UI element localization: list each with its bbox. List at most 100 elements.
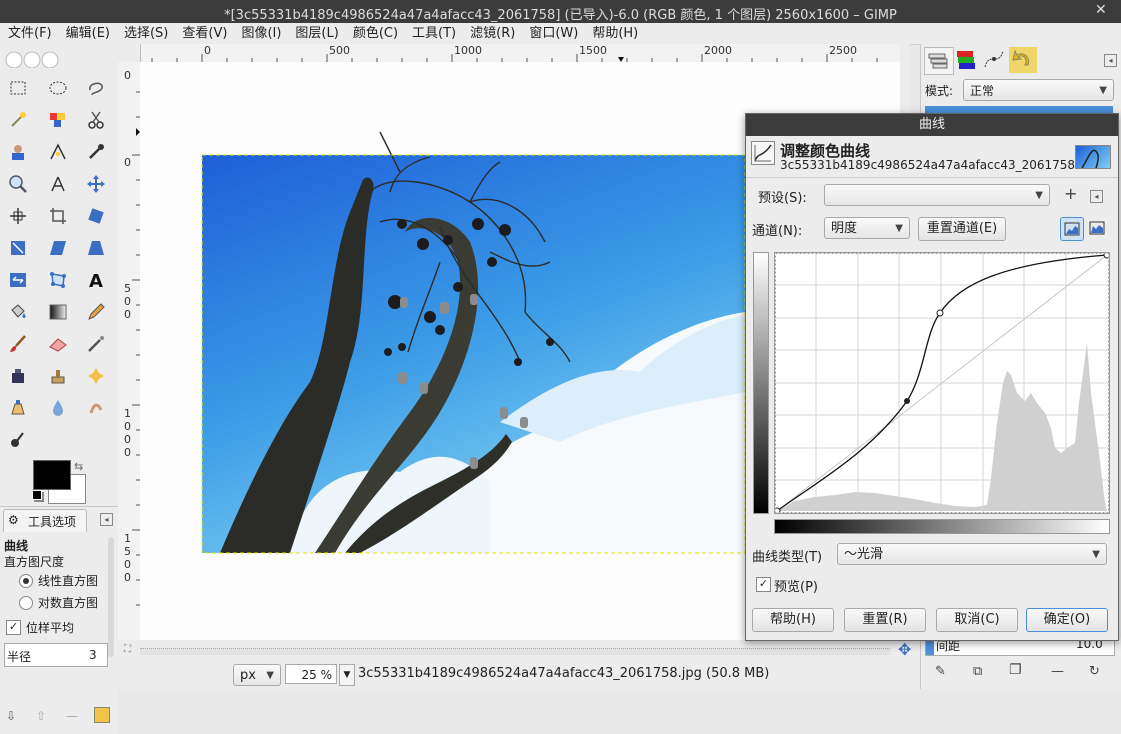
align-icon[interactable]: [6, 204, 30, 228]
tab-layers-icon[interactable]: [924, 47, 954, 75]
tool-options-scrollbar[interactable]: [108, 537, 114, 657]
refresh-brushes-icon[interactable]: ↻: [1089, 664, 1100, 679]
cancel-button[interactable]: 取消(C): [936, 608, 1018, 632]
measure-icon[interactable]: [46, 172, 70, 196]
menu-view[interactable]: 查看(V): [174, 23, 233, 42]
pencil-icon[interactable]: [84, 300, 108, 324]
menu-layer[interactable]: 图层(L): [287, 23, 344, 42]
zoom-icon[interactable]: [6, 172, 30, 196]
menu-image[interactable]: 图像(I): [233, 23, 287, 42]
smudge-icon[interactable]: [84, 396, 108, 420]
curves-dialog: 曲线 调整颜色曲线 3c55331b4189c4986524a47a4afacc…: [745, 113, 1119, 641]
ellipse-select-icon[interactable]: [46, 76, 70, 100]
linear-histogram-radio[interactable]: [19, 574, 33, 588]
panel-menu-icon[interactable]: ◂: [100, 513, 113, 526]
scissors-icon[interactable]: [84, 108, 108, 132]
perspective-clone-icon[interactable]: [6, 396, 30, 420]
flip-icon[interactable]: [6, 268, 30, 292]
mode-select[interactable]: 正常 ▼: [963, 79, 1114, 101]
help-button[interactable]: 帮助(H): [752, 608, 834, 632]
eraser-icon[interactable]: [46, 332, 70, 356]
color-picker-icon[interactable]: [84, 140, 108, 164]
swap-colors-icon[interactable]: ⇆: [74, 460, 83, 473]
heal-icon[interactable]: [84, 364, 108, 388]
new-brush-icon[interactable]: ⧉: [973, 664, 982, 679]
vertical-ruler[interactable]: 0 0 500 1000 1500: [118, 62, 141, 640]
close-window-icon[interactable]: ✕: [1095, 2, 1111, 18]
chevron-down-icon: ▼: [1035, 190, 1043, 201]
menu-select[interactable]: 选择(S): [116, 23, 174, 42]
fuzzy-select-icon[interactable]: [6, 108, 30, 132]
log-histogram-toggle-icon[interactable]: [1086, 217, 1108, 239]
tab-paths-icon[interactable]: [981, 47, 1009, 73]
blur-icon[interactable]: [46, 396, 70, 420]
tab-channels-icon[interactable]: [953, 47, 981, 73]
preview-checkbox[interactable]: ✓: [756, 577, 771, 592]
menu-file[interactable]: 文件(F): [0, 23, 58, 42]
menu-filters[interactable]: 滤镜(R): [462, 23, 521, 42]
bucket-fill-icon[interactable]: [6, 300, 30, 324]
zoom-input[interactable]: 25 %: [285, 664, 337, 684]
perspective-icon[interactable]: [84, 236, 108, 260]
linear-histogram-toggle-icon[interactable]: [1060, 217, 1084, 241]
rect-select-icon[interactable]: [6, 76, 30, 100]
menu-help[interactable]: 帮助(H): [584, 23, 644, 42]
delete-options-icon[interactable]: —: [66, 709, 78, 723]
histogram-scale-label: 直方图尺度: [4, 555, 65, 569]
zoom-dropdown-icon[interactable]: ▼: [339, 664, 355, 686]
menu-windows[interactable]: 窗口(W): [521, 23, 584, 42]
menu-colors[interactable]: 颜色(C): [345, 23, 404, 42]
ink-icon[interactable]: [6, 364, 30, 388]
delete-brush-icon[interactable]: —: [1051, 664, 1064, 679]
canvas-horizontal-scrollbar[interactable]: [140, 648, 890, 655]
text-icon[interactable]: A: [84, 268, 108, 292]
move-icon[interactable]: [84, 172, 108, 196]
reset-colors-icon[interactable]: [32, 490, 42, 500]
preset-menu-icon[interactable]: ◂: [1090, 190, 1103, 203]
horizontal-ruler[interactable]: 0 500 1000 1500 2000 2500: [140, 44, 910, 63]
radius-spinner[interactable]: 半径 3: [4, 643, 108, 667]
scale-icon[interactable]: [6, 236, 30, 260]
edit-brush-icon[interactable]: ✎: [935, 664, 946, 679]
lasso-icon[interactable]: [84, 76, 108, 100]
tab-tool-options[interactable]: ⚙ 工具选项: [3, 509, 87, 532]
gradient-icon[interactable]: [46, 300, 70, 324]
crop-icon[interactable]: [46, 204, 70, 228]
sample-average-checkbox[interactable]: ✓: [6, 620, 21, 635]
ruler-label: 1000: [124, 407, 131, 459]
unit-select[interactable]: px ▼: [233, 664, 281, 686]
restore-options-icon[interactable]: ⇧: [36, 709, 46, 723]
curve-graph[interactable]: [773, 251, 1111, 515]
navigate-icon[interactable]: ✥: [898, 640, 911, 659]
save-options-icon[interactable]: ⇩: [6, 709, 16, 723]
ok-button[interactable]: 确定(O): [1026, 608, 1108, 632]
dodge-burn-icon[interactable]: [6, 428, 30, 452]
channel-select[interactable]: 明度 ▼: [824, 217, 910, 239]
dock-menu-icon[interactable]: ◂: [1104, 54, 1117, 67]
cage-transform-icon[interactable]: [46, 268, 70, 292]
menu-tools[interactable]: 工具(T): [404, 23, 462, 42]
image-thumbnail: [1075, 145, 1111, 169]
chevron-down-icon: ▼: [1099, 85, 1107, 96]
foreground-select-icon[interactable]: [6, 140, 30, 164]
select-by-color-icon[interactable]: [46, 108, 70, 132]
paintbrush-icon[interactable]: [6, 332, 30, 356]
curve-type-select[interactable]: 〜光滑 ▼: [837, 543, 1107, 565]
reset-channel-button[interactable]: 重置通道(E): [918, 217, 1006, 241]
shear-icon[interactable]: [46, 236, 70, 260]
ruler-label: 1500: [579, 44, 607, 57]
quick-mask-corner[interactable]: [118, 44, 141, 63]
clone-icon[interactable]: [46, 364, 70, 388]
airbrush-icon[interactable]: [84, 332, 108, 356]
reset-button[interactable]: 重置(R): [844, 608, 926, 632]
reset-options-icon[interactable]: [94, 707, 110, 723]
menu-edit[interactable]: 编辑(E): [58, 23, 116, 42]
paths-icon[interactable]: [46, 140, 70, 164]
tab-undo-history-icon[interactable]: [1009, 47, 1037, 73]
preset-select[interactable]: ▼: [824, 184, 1050, 206]
add-preset-icon[interactable]: +: [1064, 184, 1077, 203]
log-histogram-radio[interactable]: [19, 596, 33, 610]
foreground-color-overlay[interactable]: [33, 460, 71, 490]
rotate-icon[interactable]: [84, 204, 108, 228]
duplicate-brush-icon[interactable]: ❐: [1009, 662, 1022, 678]
